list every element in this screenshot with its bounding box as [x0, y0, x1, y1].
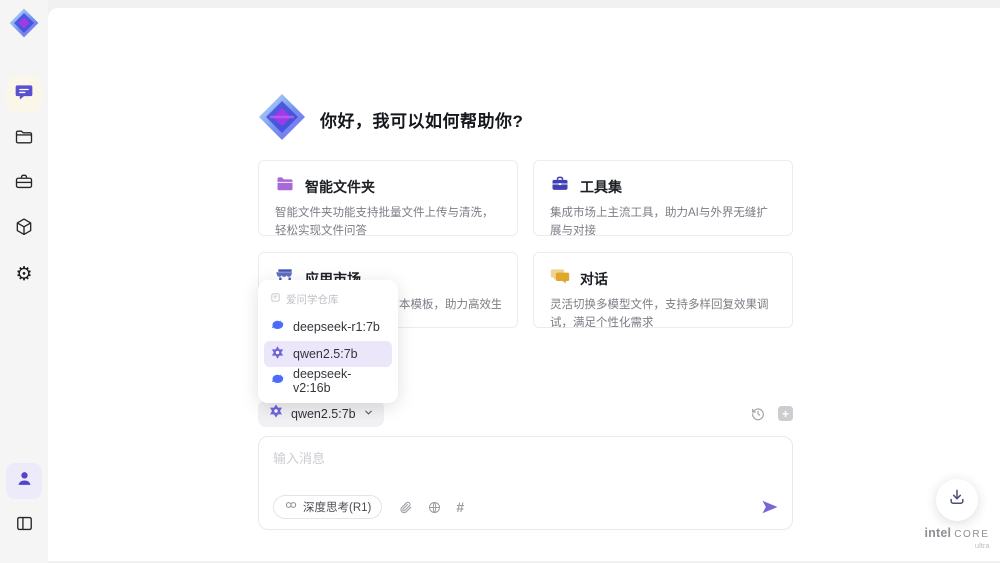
main-panel: 你好，我可以如何帮助你? 智能文件夹 智能文件夹功能支持批量文件上传与清洗，轻松…: [48, 8, 1000, 561]
card-toolbox[interactable]: 工具集 集成市场上主流工具，助力AI与外界无缝扩展与对接: [533, 160, 793, 237]
send-button[interactable]: [760, 497, 780, 517]
chevron-down-icon: [363, 405, 374, 423]
card-title: 智能文件夹: [305, 178, 375, 195]
model-selector-button[interactable]: qwen2.5:7b: [258, 400, 384, 427]
card-description: 智能文件夹功能支持批量文件上传与清洗，轻松实现文件问答: [275, 207, 494, 237]
deepseek-whale-icon: [270, 318, 285, 336]
app-logo-icon: [9, 8, 39, 38]
toolbox-icon: [550, 174, 570, 199]
smart-folder-icon: [275, 174, 295, 199]
card-title: 对话: [580, 270, 608, 287]
deepseek-whale-icon: [270, 372, 285, 390]
qwen-icon: [268, 403, 284, 424]
deep-think-toggle[interactable]: 深度思考(R1): [273, 495, 383, 519]
intel-core-badge: intel CORE ultra: [924, 525, 990, 550]
ultra-tier-text: ultra: [974, 540, 990, 550]
download-button[interactable]: [936, 478, 978, 521]
sidebar-item-files[interactable]: [6, 121, 42, 157]
model-option-label: qwen2.5:7b: [293, 347, 358, 361]
chat-bubbles-icon: [550, 266, 570, 291]
composer-toolbar: 深度思考(R1) #: [273, 495, 780, 519]
deep-think-icon: [284, 498, 298, 517]
content-area: 你好，我可以如何帮助你? 智能文件夹 智能文件夹功能支持批量文件上传与清洗，轻松…: [258, 93, 793, 530]
card-head: 对话: [550, 266, 776, 291]
composer-icons: #: [398, 499, 464, 515]
sidebar: ⚙: [0, 0, 48, 563]
hash-icon[interactable]: #: [456, 499, 464, 515]
greeting-text: 你好，我可以如何帮助你?: [320, 111, 524, 131]
sidebar-item-settings[interactable]: ⚙: [6, 256, 42, 292]
app-logo-large-icon: [258, 93, 306, 146]
model-dropdown-header: 爱问学仓库: [264, 288, 392, 314]
sidebar-item-toolbox[interactable]: [6, 166, 42, 202]
greeting-row: 你好，我可以如何帮助你?: [258, 93, 793, 146]
model-option-deepseek-v2[interactable]: deepseek-v2:16b: [264, 367, 392, 395]
card-description: 灵活切换多模型文件，支持多样回复效果调试，满足个性化需求: [550, 299, 769, 329]
download-icon: [947, 487, 967, 512]
sidebar-item-user[interactable]: [6, 463, 42, 499]
sidebar-item-collapse[interactable]: [6, 508, 42, 544]
deep-think-label: 深度思考(R1): [303, 502, 372, 514]
repository-icon: [270, 290, 281, 308]
model-dropdown: 爱问学仓库 deepseek-r1:7b qwen2.5:7b deepseek…: [258, 280, 398, 403]
core-product-text: CORE: [954, 528, 990, 540]
briefcase-icon: [14, 172, 34, 197]
model-dropdown-header-label: 爱问学仓库: [286, 293, 339, 306]
panel-collapse-icon: [15, 514, 34, 538]
model-option-label: deepseek-r1:7b: [293, 320, 380, 334]
folder-icon: [14, 127, 34, 152]
chat-actions: +: [750, 406, 793, 422]
new-chat-icon[interactable]: +: [778, 406, 793, 421]
intel-brand-text: intel: [924, 525, 952, 540]
card-smart-folder[interactable]: 智能文件夹 智能文件夹功能支持批量文件上传与清洗，轻松实现文件问答: [258, 160, 518, 237]
card-head: 工具集: [550, 174, 776, 199]
user-icon: [15, 469, 34, 493]
sidebar-item-models[interactable]: [6, 211, 42, 247]
cube-icon: [14, 217, 34, 242]
selector-row: qwen2.5:7b +: [258, 400, 793, 427]
card-head: 智能文件夹: [275, 174, 501, 199]
model-option-label: deepseek-v2:16b: [293, 367, 352, 395]
floating-corner: intel CORE ultra: [924, 478, 990, 550]
qwen-icon: [270, 345, 285, 363]
paperclip-icon[interactable]: [398, 500, 413, 515]
message-input[interactable]: [273, 448, 778, 488]
globe-icon[interactable]: [427, 500, 442, 515]
card-chat[interactable]: 对话 灵活切换多模型文件，支持多样回复效果调试，满足个性化需求: [533, 252, 793, 329]
message-composer: 深度思考(R1) #: [258, 436, 793, 530]
gear-icon: ⚙: [15, 262, 33, 285]
model-option-qwen[interactable]: qwen2.5:7b: [264, 341, 392, 367]
chat-icon: [14, 82, 34, 107]
card-description: 集成市场上主流工具，助力AI与外界无缝扩展与对接: [550, 207, 768, 237]
card-title: 工具集: [580, 178, 622, 195]
history-icon[interactable]: [750, 406, 766, 422]
sidebar-item-chat[interactable]: [6, 76, 42, 112]
model-selector-label: qwen2.5:7b: [291, 406, 356, 421]
model-option-deepseek-r1[interactable]: deepseek-r1:7b: [264, 314, 392, 340]
